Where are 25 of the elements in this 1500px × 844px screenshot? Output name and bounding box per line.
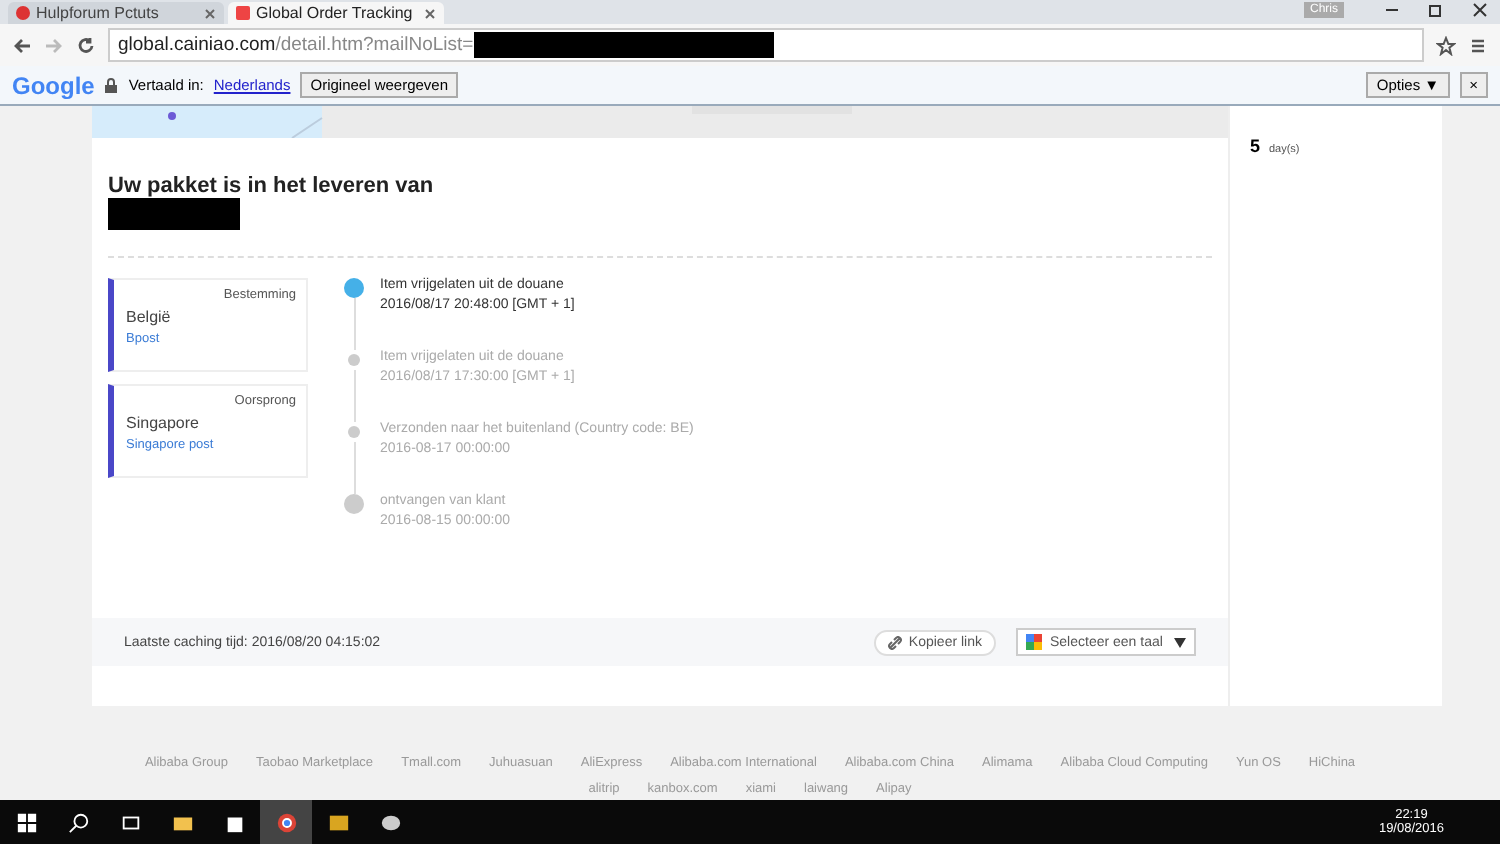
star-icon[interactable]	[1436, 35, 1456, 55]
browser-icon	[275, 811, 297, 833]
days-count: 5	[1250, 136, 1261, 156]
lock-icon	[104, 77, 119, 93]
search-icon[interactable]	[67, 811, 89, 833]
link-icon	[888, 635, 903, 649]
google-logo: Google	[12, 71, 95, 99]
reload-icon[interactable]	[76, 35, 96, 55]
browser-tab[interactable]: Hulpforum Pctuts	[8, 2, 224, 24]
back-icon[interactable]	[12, 35, 32, 55]
close-icon[interactable]	[1472, 2, 1488, 18]
status-heading: Uw pakket is in het leveren van	[108, 174, 436, 198]
windows-icon[interactable]	[15, 811, 37, 833]
country-name: Singapore	[126, 414, 201, 432]
translate-icon	[1026, 634, 1042, 650]
menu-icon[interactable]	[1468, 35, 1488, 55]
task-view-icon[interactable]	[119, 811, 141, 833]
app-icon	[327, 811, 349, 833]
address-field[interactable]: global.cainiao.com/detail.htm?mailNoList=	[108, 28, 1424, 62]
country-name: België	[126, 308, 173, 326]
redaction-bar	[108, 198, 240, 230]
caret-icon	[1174, 637, 1186, 647]
browser-tab[interactable]: Global Order Tracking	[228, 2, 444, 24]
close-icon[interactable]	[424, 7, 436, 19]
restore-icon[interactable]	[1428, 2, 1444, 18]
